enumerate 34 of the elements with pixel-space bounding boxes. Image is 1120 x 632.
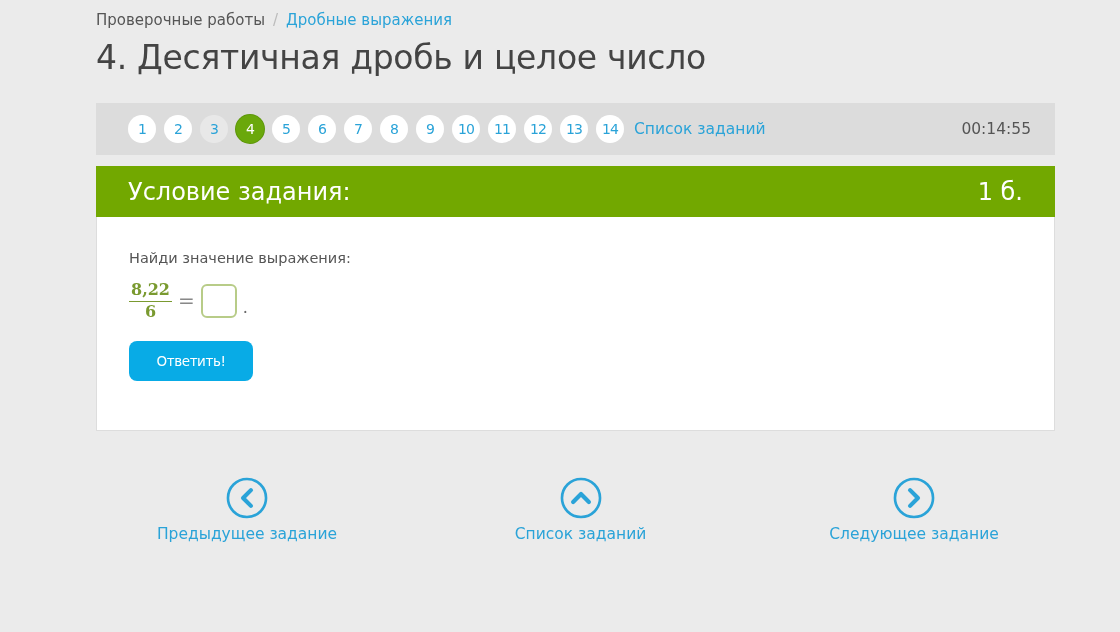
equals-sign: = xyxy=(177,288,195,313)
points-label: 1 б. xyxy=(977,177,1023,206)
task-number-button[interactable]: 9 xyxy=(416,115,444,143)
task-number-button[interactable]: 5 xyxy=(272,115,300,143)
chevron-right-circle-icon[interactable] xyxy=(893,477,935,519)
task-number-button[interactable]: 12 xyxy=(524,115,552,143)
task-list-link[interactable]: Список заданий xyxy=(634,120,766,138)
task-number-button[interactable]: 6 xyxy=(308,115,336,143)
fraction: 8,22 6 xyxy=(129,280,172,321)
breadcrumb-separator: / xyxy=(273,11,279,29)
timer: 00:14:55 xyxy=(961,120,1031,138)
answer-field[interactable] xyxy=(200,283,237,318)
chevron-up-circle-icon[interactable] xyxy=(559,477,602,519)
breadcrumb-link[interactable]: Дробные выражения xyxy=(286,11,453,29)
task-number-button[interactable]: 3 xyxy=(200,115,228,143)
task-number-button[interactable]: 14 xyxy=(596,115,624,143)
task-number-button[interactable]: 10 xyxy=(452,115,480,143)
task-number-button[interactable]: 4 xyxy=(236,115,264,143)
task-number-button[interactable]: 7 xyxy=(344,115,372,143)
submit-button[interactable]: Ответить! xyxy=(129,341,253,381)
task-number-button[interactable]: 2 xyxy=(164,115,192,143)
nav-link[interactable]: Предыдущее задание xyxy=(156,525,338,543)
period: . xyxy=(242,298,248,317)
task-prompt: Найди значение выражения: xyxy=(129,250,352,266)
task-number-button[interactable]: 13 xyxy=(560,115,588,143)
nav-link[interactable]: Список заданий xyxy=(514,525,647,543)
task-number-button[interactable]: 1 xyxy=(128,115,156,143)
chevron-left-circle-icon[interactable] xyxy=(226,477,268,519)
task-number-button[interactable]: 11 xyxy=(488,115,516,143)
breadcrumb-text: Проверочные работы xyxy=(96,11,265,29)
page-title: 4. Десятичная дробь и целое число xyxy=(96,38,707,79)
panel-heading: Условие задания: xyxy=(128,177,351,206)
nav-link[interactable]: Следующее задание xyxy=(829,525,999,543)
task-number-button[interactable]: 8 xyxy=(380,115,408,143)
